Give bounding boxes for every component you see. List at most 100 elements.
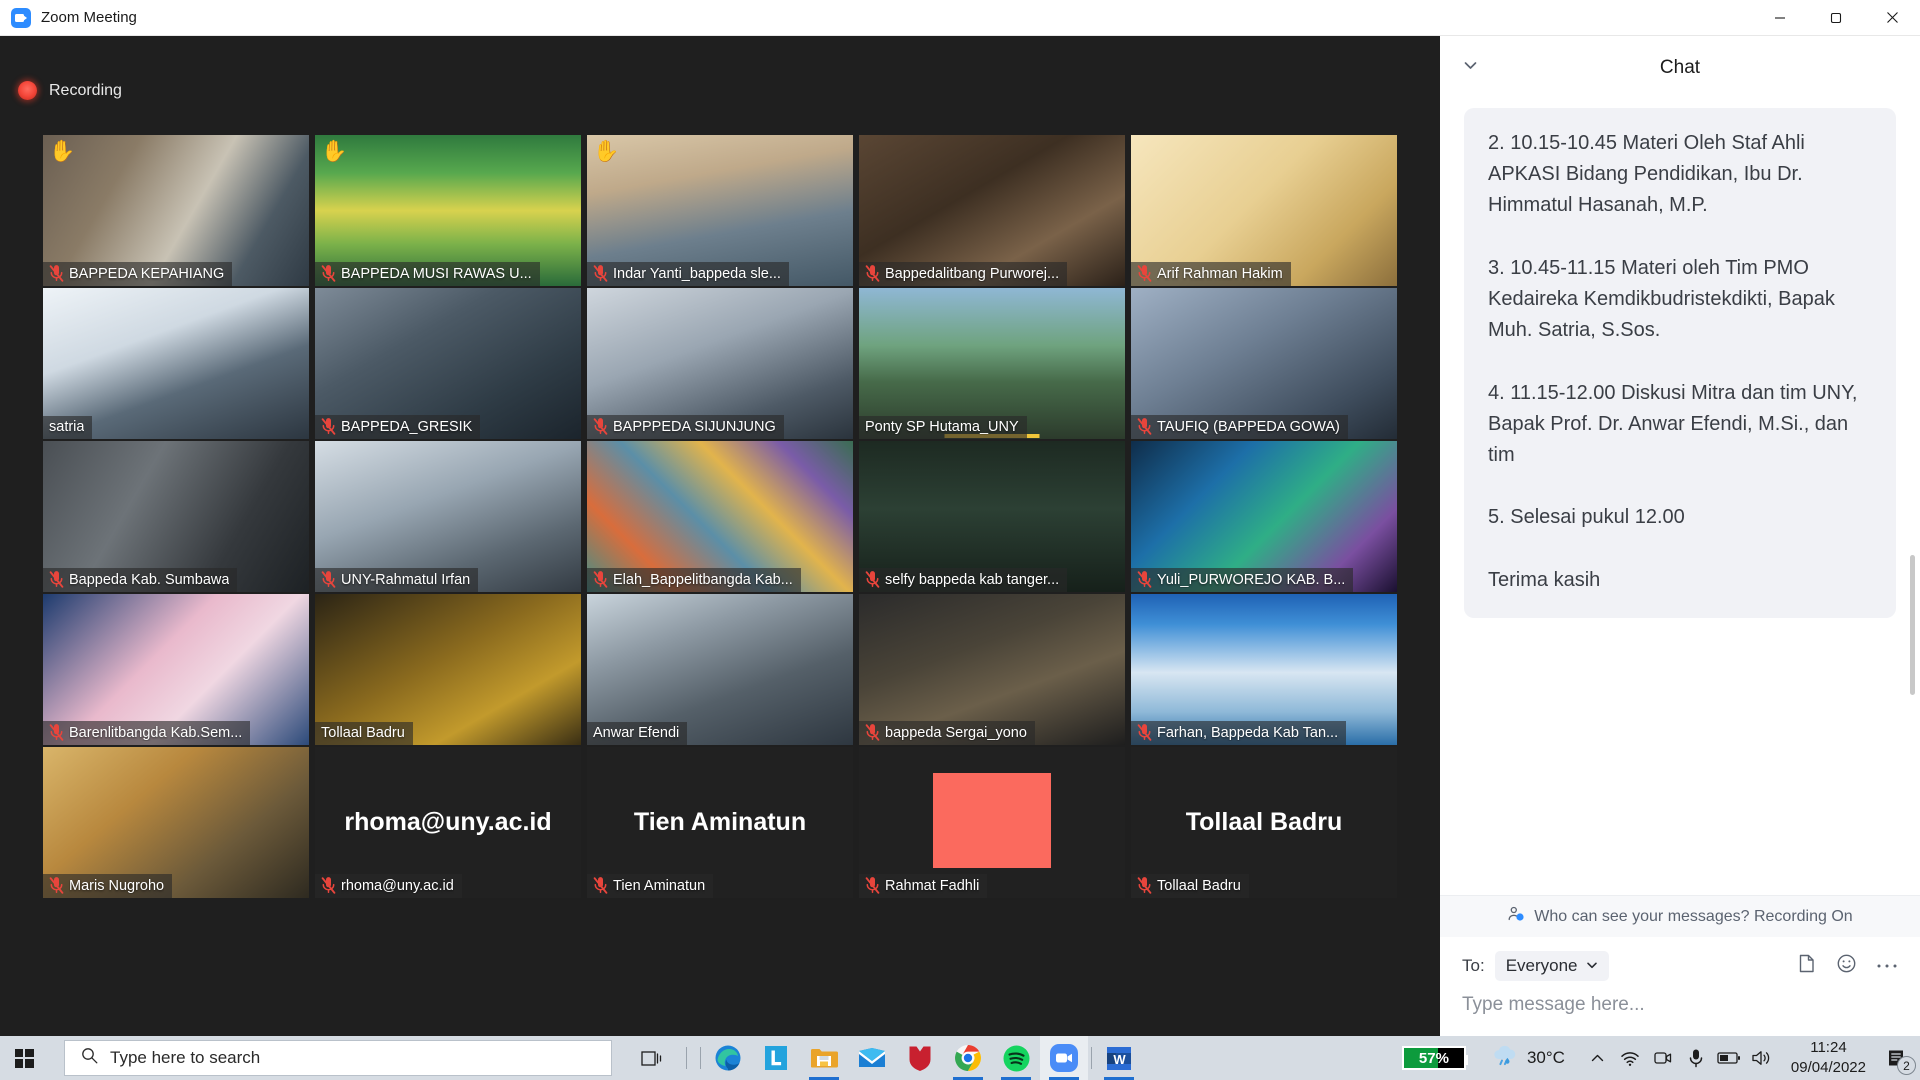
window-title: Zoom Meeting [41, 9, 137, 26]
participant-name: Tollaal Badru [321, 725, 405, 741]
weather-widget[interactable]: 30°C [1492, 1044, 1565, 1073]
participant-name: Elah_Bappelitbangda Kab... [613, 571, 793, 588]
start-button[interactable] [0, 1036, 48, 1080]
participant-video: BAPPPEDA SIJUNJUNG [587, 288, 853, 439]
participant-name-bar: BAPPEDA MUSI RAWAS U... [315, 262, 540, 286]
participant-tile[interactable]: Tien Aminatun Tien Aminatun [584, 746, 856, 899]
participant-video: ✋ Indar Yanti_bappeda sle... [587, 135, 853, 286]
mic-muted-icon [593, 877, 608, 894]
notifications-icon[interactable]: 2 [1880, 1036, 1916, 1080]
taskbar-clock[interactable]: 11:24 09/04/2022 [1791, 1038, 1866, 1079]
chrome-icon[interactable] [944, 1036, 992, 1080]
recording-indicator[interactable]: Recording [18, 81, 122, 100]
participant-tile[interactable]: ✋ BAPPEDA KEPAHIANG [40, 134, 312, 287]
chevron-down-icon [1586, 956, 1598, 976]
participant-video: BAPPEDA_GRESIK [315, 288, 581, 439]
battery-icon[interactable] [1713, 1036, 1746, 1080]
participant-tile[interactable]: Yuli_PURWOREJO KAB. B... [1128, 440, 1400, 593]
mic-muted-icon [593, 571, 608, 588]
participant-tile[interactable]: Barenlitbangda Kab.Sem... [40, 593, 312, 746]
participant-tile[interactable]: Farhan, Bappeda Kab Tan... [1128, 593, 1400, 746]
participant-name: Maris Nugroho [69, 877, 165, 894]
participant-tile[interactable]: BAPPEDA_GRESIK [312, 287, 584, 440]
participant-tile[interactable]: TAUFIQ (BAPPEDA GOWA) [1128, 287, 1400, 440]
taskbar-divider-2 [700, 1047, 701, 1069]
edge-icon[interactable] [704, 1036, 752, 1080]
participant-name-bar: Elah_Bappelitbangda Kab... [587, 568, 801, 592]
participant-name-bar: BAPPEDA_GRESIK [315, 415, 481, 439]
participant-name: Farhan, Bappeda Kab Tan... [1157, 724, 1339, 741]
taskbar-search-input[interactable]: Type here to search [64, 1040, 612, 1076]
camera-icon[interactable] [1647, 1036, 1680, 1080]
mic-muted-icon [49, 265, 64, 282]
participant-name: selfy bappeda kab tanger... [885, 571, 1060, 588]
participant-tile[interactable]: Tollaal Badru Tollaal Badru [1128, 746, 1400, 899]
participant-name-bar: Tollaal Badru [315, 722, 413, 745]
windows-logo-icon [14, 1048, 34, 1068]
participant-tile[interactable]: rhoma@uny.ac.id rhoma@uny.ac.id [312, 746, 584, 899]
participant-video: Tollaal Badru Tollaal Badru [1131, 747, 1397, 898]
participant-tile[interactable]: Tollaal Badru [312, 593, 584, 746]
participant-name: Anwar Efendi [593, 725, 680, 741]
participant-name: Bappedalitbang Purworej... [885, 265, 1060, 282]
chat-message-list[interactable]: 2. 10.15-10.45 Materi Oleh Staf Ahli APK… [1440, 100, 1920, 895]
participant-name-bar: bappeda Sergai_yono [859, 721, 1035, 745]
file-icon[interactable] [1796, 953, 1817, 979]
chat-scrollbar[interactable] [1910, 555, 1915, 695]
participant-tile[interactable]: Ponty SP Hutama_UNY [856, 287, 1128, 440]
mcafee-icon[interactable] [896, 1036, 944, 1080]
microphone-icon[interactable] [1680, 1036, 1713, 1080]
participant-name: Barenlitbangda Kab.Sem... [69, 724, 243, 741]
participant-tile[interactable]: Bappeda Kab. Sumbawa [40, 440, 312, 593]
windows-taskbar: Type here to search W 57% 30°C 11:24 09/… [0, 1036, 1920, 1080]
chat-message-bubble: 2. 10.15-10.45 Materi Oleh Staf Ahli APK… [1464, 108, 1896, 618]
participant-tile[interactable]: Rahmat Fadhli [856, 746, 1128, 899]
participant-video: Barenlitbangda Kab.Sem... [43, 594, 309, 745]
participant-tile[interactable]: ✋ Indar Yanti_bappeda sle... [584, 134, 856, 287]
chat-composer: To: Everyone Type message here... [1440, 937, 1920, 1036]
file-explorer-icon[interactable] [800, 1036, 848, 1080]
person-shield-icon [1507, 905, 1525, 928]
battery-percent-indicator[interactable]: 57% [1401, 1046, 1468, 1070]
zoom-icon[interactable] [1040, 1036, 1088, 1080]
participant-tile[interactable]: ✋ BAPPEDA MUSI RAWAS U... [312, 134, 584, 287]
lenovo-icon[interactable] [752, 1036, 800, 1080]
participant-tile[interactable]: Anwar Efendi [584, 593, 856, 746]
participant-name-bar: Yuli_PURWOREJO KAB. B... [1131, 568, 1354, 592]
mail-icon[interactable] [848, 1036, 896, 1080]
chat-composer-actions [1796, 953, 1898, 979]
participant-name: BAPPEDA MUSI RAWAS U... [341, 265, 532, 282]
participant-tile[interactable]: Elah_Bappelitbangda Kab... [584, 440, 856, 593]
chevron-up-icon[interactable] [1581, 1036, 1614, 1080]
chat-message-input[interactable]: Type message here... [1462, 994, 1898, 1016]
participant-name: satria [49, 419, 85, 435]
speaker-icon[interactable] [1746, 1036, 1779, 1080]
wifi-icon[interactable] [1614, 1036, 1647, 1080]
participant-tile[interactable]: Arif Rahman Hakim [1128, 134, 1400, 287]
chat-privacy-notice[interactable]: Who can see your messages? Recording On [1440, 895, 1920, 937]
mic-muted-icon [49, 724, 64, 741]
minimize-button[interactable] [1752, 0, 1808, 36]
participant-tile[interactable]: UNY-Rahmatul Irfan [312, 440, 584, 593]
participant-tile[interactable]: selfy bappeda kab tanger... [856, 440, 1128, 593]
participant-tile[interactable]: satria [40, 287, 312, 440]
maximize-button[interactable] [1808, 0, 1864, 36]
participant-tile[interactable]: Bappedalitbang Purworej... [856, 134, 1128, 287]
participant-tile[interactable]: BAPPPEDA SIJUNJUNG [584, 287, 856, 440]
smiley-icon[interactable] [1836, 953, 1857, 979]
participant-tile[interactable]: bappeda Sergai_yono [856, 593, 1128, 746]
participant-video: Yuli_PURWOREJO KAB. B... [1131, 441, 1397, 592]
participant-video: satria [43, 288, 309, 439]
task-view-icon[interactable] [628, 1036, 676, 1080]
participant-name-bar: Barenlitbangda Kab.Sem... [43, 721, 251, 745]
participant-name-bar: Ponty SP Hutama_UNY [859, 416, 1027, 439]
spotify-icon[interactable] [992, 1036, 1040, 1080]
word-icon[interactable]: W [1095, 1036, 1143, 1080]
participant-video: ✋ BAPPEDA KEPAHIANG [43, 135, 309, 286]
close-button[interactable] [1864, 0, 1920, 36]
chat-recipient-select[interactable]: Everyone [1494, 951, 1609, 981]
participant-grid: ✋ BAPPEDA KEPAHIANG ✋ BAPPEDA MUSI RAWAS U.… [40, 134, 1400, 899]
ellipsis-icon[interactable] [1876, 957, 1898, 975]
participant-tile[interactable]: Maris Nugroho [40, 746, 312, 899]
chevron-down-icon[interactable] [1462, 57, 1479, 79]
